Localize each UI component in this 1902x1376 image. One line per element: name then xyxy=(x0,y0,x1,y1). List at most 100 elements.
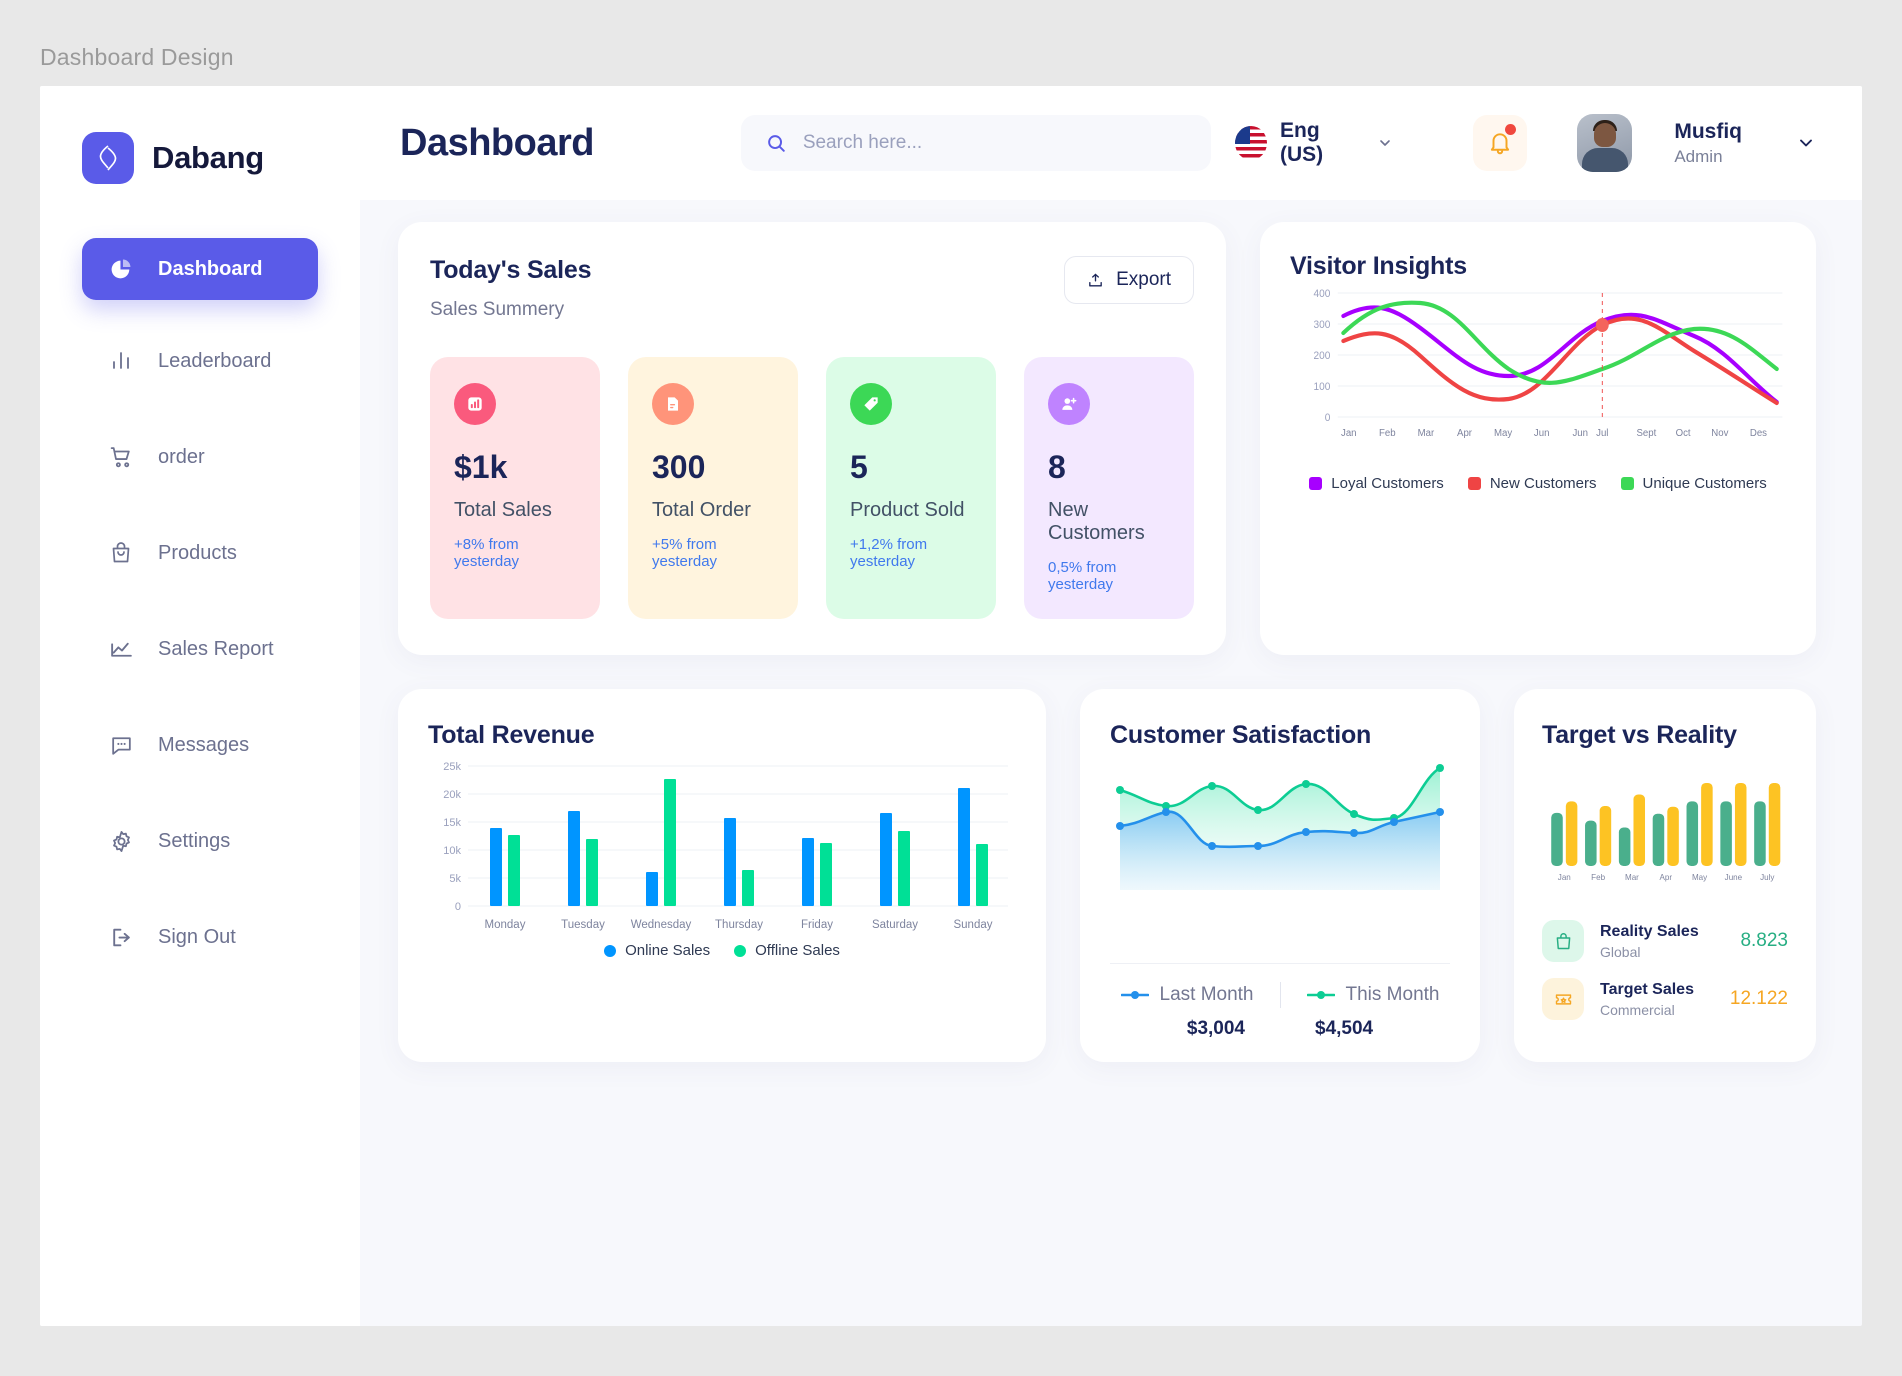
total-revenue-card: Total Revenue 25k 20k 15k 10k 5k 0 Monda… xyxy=(398,689,1046,1062)
search-box[interactable] xyxy=(740,115,1211,171)
svg-text:Sunday: Sunday xyxy=(953,919,992,931)
target-vs-reality-chart: Jan Feb Mar Apr May June July xyxy=(1551,782,1781,882)
bar-chart-icon xyxy=(454,383,496,425)
svg-text:May: May xyxy=(1692,873,1708,882)
tile-value: 5 xyxy=(850,449,868,485)
legend-item: Last Month xyxy=(1120,984,1254,1006)
legend-value: $4,504 xyxy=(1315,1018,1374,1039)
divider xyxy=(1279,982,1281,1008)
sidebar: Dabang Dashboard Leaderboard order Produ… xyxy=(40,86,360,1326)
card-title: Total Revenue xyxy=(428,721,595,749)
total-revenue-legend: Online Sales Offline Sales xyxy=(428,942,1016,959)
svg-text:Monday: Monday xyxy=(485,919,526,931)
svg-text:5k: 5k xyxy=(449,873,461,885)
svg-text:Thursday: Thursday xyxy=(715,919,763,931)
app-window: Dabang Dashboard Leaderboard order Produ… xyxy=(40,86,1862,1326)
reality-sales-row: Reality Sales Global 8.823 xyxy=(1542,920,1788,962)
notification-button[interactable] xyxy=(1472,115,1527,171)
row-value: 8.823 xyxy=(1740,930,1788,951)
svg-text:300: 300 xyxy=(1314,319,1331,331)
total-revenue-chart: 25k20k15k 10k5k0 Monday Tuesday Wednesda… xyxy=(443,761,1008,931)
svg-text:Saturday: Saturday xyxy=(872,919,918,931)
visitor-insights-card: Visitor Insights 400 300 200 100 0 Jan F… xyxy=(1260,222,1816,655)
tile-delta: 0,5% from yesterday xyxy=(1048,559,1117,593)
target-vs-reality-card: Target vs Reality Jan Feb Mar Apr May Ju… xyxy=(1514,689,1816,1062)
tile-new-customers[interactable]: 8 New Customers 0,5% from yesterday xyxy=(1024,357,1194,619)
legend-item: New Customers xyxy=(1467,475,1597,492)
legend-label: Unique Customers xyxy=(1642,475,1767,492)
sidebar-item-label: Settings xyxy=(158,829,231,852)
sidebar-item-settings[interactable]: Settings xyxy=(82,810,318,872)
legend-swatch xyxy=(1620,477,1634,490)
content-row-2: Total Revenue 25k 20k 15k 10k 5k 0 Monda… xyxy=(398,689,1816,1062)
avatar[interactable] xyxy=(1576,114,1633,172)
row-subtitle: Global xyxy=(1600,943,1641,960)
sidebar-item-leaderboard[interactable]: Leaderboard xyxy=(82,330,318,392)
bag-icon xyxy=(106,538,136,568)
logout-icon xyxy=(106,922,136,952)
row-value: 12.122 xyxy=(1729,988,1788,1009)
sidebar-item-sales-report[interactable]: Sales Report xyxy=(82,618,318,680)
sidebar-item-products[interactable]: Products xyxy=(82,522,318,584)
row-title: Reality Sales xyxy=(1600,922,1699,940)
sidebar-item-order[interactable]: order xyxy=(82,426,318,488)
visitor-insights-legend: Loyal Customers New Customers Unique Cus… xyxy=(1290,475,1786,492)
sidebar-item-label: Sales Report xyxy=(158,637,274,660)
tile-label: New Customers xyxy=(1048,499,1145,544)
svg-text:Mar: Mar xyxy=(1418,428,1435,439)
legend-item: Online Sales xyxy=(604,942,710,959)
export-button[interactable]: Export xyxy=(1064,256,1194,304)
top-bar: Dashboard Eng (US) xyxy=(360,86,1862,200)
legend-swatch xyxy=(1467,477,1481,490)
sidebar-item-sign-out[interactable]: Sign Out xyxy=(82,906,318,968)
sidebar-item-label: Leaderboard xyxy=(158,349,272,372)
svg-text:0: 0 xyxy=(1325,412,1331,424)
legend-item: Loyal Customers xyxy=(1309,475,1444,492)
ticket-icon xyxy=(1542,978,1584,1020)
brand-name: Dabang xyxy=(152,140,264,175)
page-label: Dashboard Design xyxy=(40,44,234,70)
user-menu-chevron-icon[interactable] xyxy=(1796,133,1816,153)
tile-product-sold[interactable]: 5 Product Sold +1,2% from yesterday xyxy=(826,357,996,619)
svg-text:200: 200 xyxy=(1314,350,1331,362)
page-title: Dashboard xyxy=(400,121,594,164)
legend-label: Loyal Customers xyxy=(1331,475,1444,492)
card-title: Visitor Insights xyxy=(1290,252,1467,280)
sidebar-item-label: order xyxy=(158,445,205,468)
language-label: Eng (US) xyxy=(1279,119,1324,166)
pie-chart-icon xyxy=(106,254,136,284)
message-icon xyxy=(106,730,136,760)
tile-total-sales[interactable]: $1k Total Sales +8% from yesterday xyxy=(430,357,600,619)
legend-label: Last Month xyxy=(1159,984,1254,1005)
legend-item: This Month xyxy=(1306,984,1440,1006)
svg-text:Feb: Feb xyxy=(1379,428,1396,439)
svg-text:June: June xyxy=(1725,873,1743,882)
svg-text:15k: 15k xyxy=(443,817,461,829)
line-marker-icon xyxy=(1306,991,1335,999)
svg-text:100: 100 xyxy=(1314,381,1331,393)
legend-label: This Month xyxy=(1345,984,1440,1005)
language-selector[interactable]: Eng (US) xyxy=(1234,119,1393,167)
tile-total-order[interactable]: 300 Total Order +5% from yesterday xyxy=(628,357,798,619)
sidebar-item-label: Products xyxy=(158,541,237,564)
svg-text:Jun: Jun xyxy=(1572,428,1588,439)
todays-sales-card: Today's Sales Sales Summery Export $1k T… xyxy=(398,222,1226,655)
svg-text:Jun: Jun xyxy=(1534,428,1550,439)
bag-icon xyxy=(1542,920,1584,962)
svg-text:May: May xyxy=(1494,428,1513,439)
sidebar-item-messages[interactable]: Messages xyxy=(82,714,318,776)
svg-text:July: July xyxy=(1760,873,1775,882)
sidebar-item-label: Sign Out xyxy=(158,925,236,948)
customer-satisfaction-chart xyxy=(1116,764,1444,890)
search-icon xyxy=(765,132,787,154)
sidebar-item-label: Dashboard xyxy=(158,257,263,280)
sidebar-item-label: Messages xyxy=(158,733,250,756)
search-input[interactable] xyxy=(802,132,1187,154)
tile-delta: +1,2% from yesterday xyxy=(850,536,928,570)
svg-text:0: 0 xyxy=(455,901,461,913)
legend-value: $3,004 xyxy=(1186,1018,1245,1039)
dashboard-content: Today's Sales Sales Summery Export $1k T… xyxy=(360,200,1862,1096)
svg-text:Mar: Mar xyxy=(1625,873,1639,882)
us-flag-icon xyxy=(1234,126,1267,160)
sidebar-item-dashboard[interactable]: Dashboard xyxy=(82,238,318,300)
